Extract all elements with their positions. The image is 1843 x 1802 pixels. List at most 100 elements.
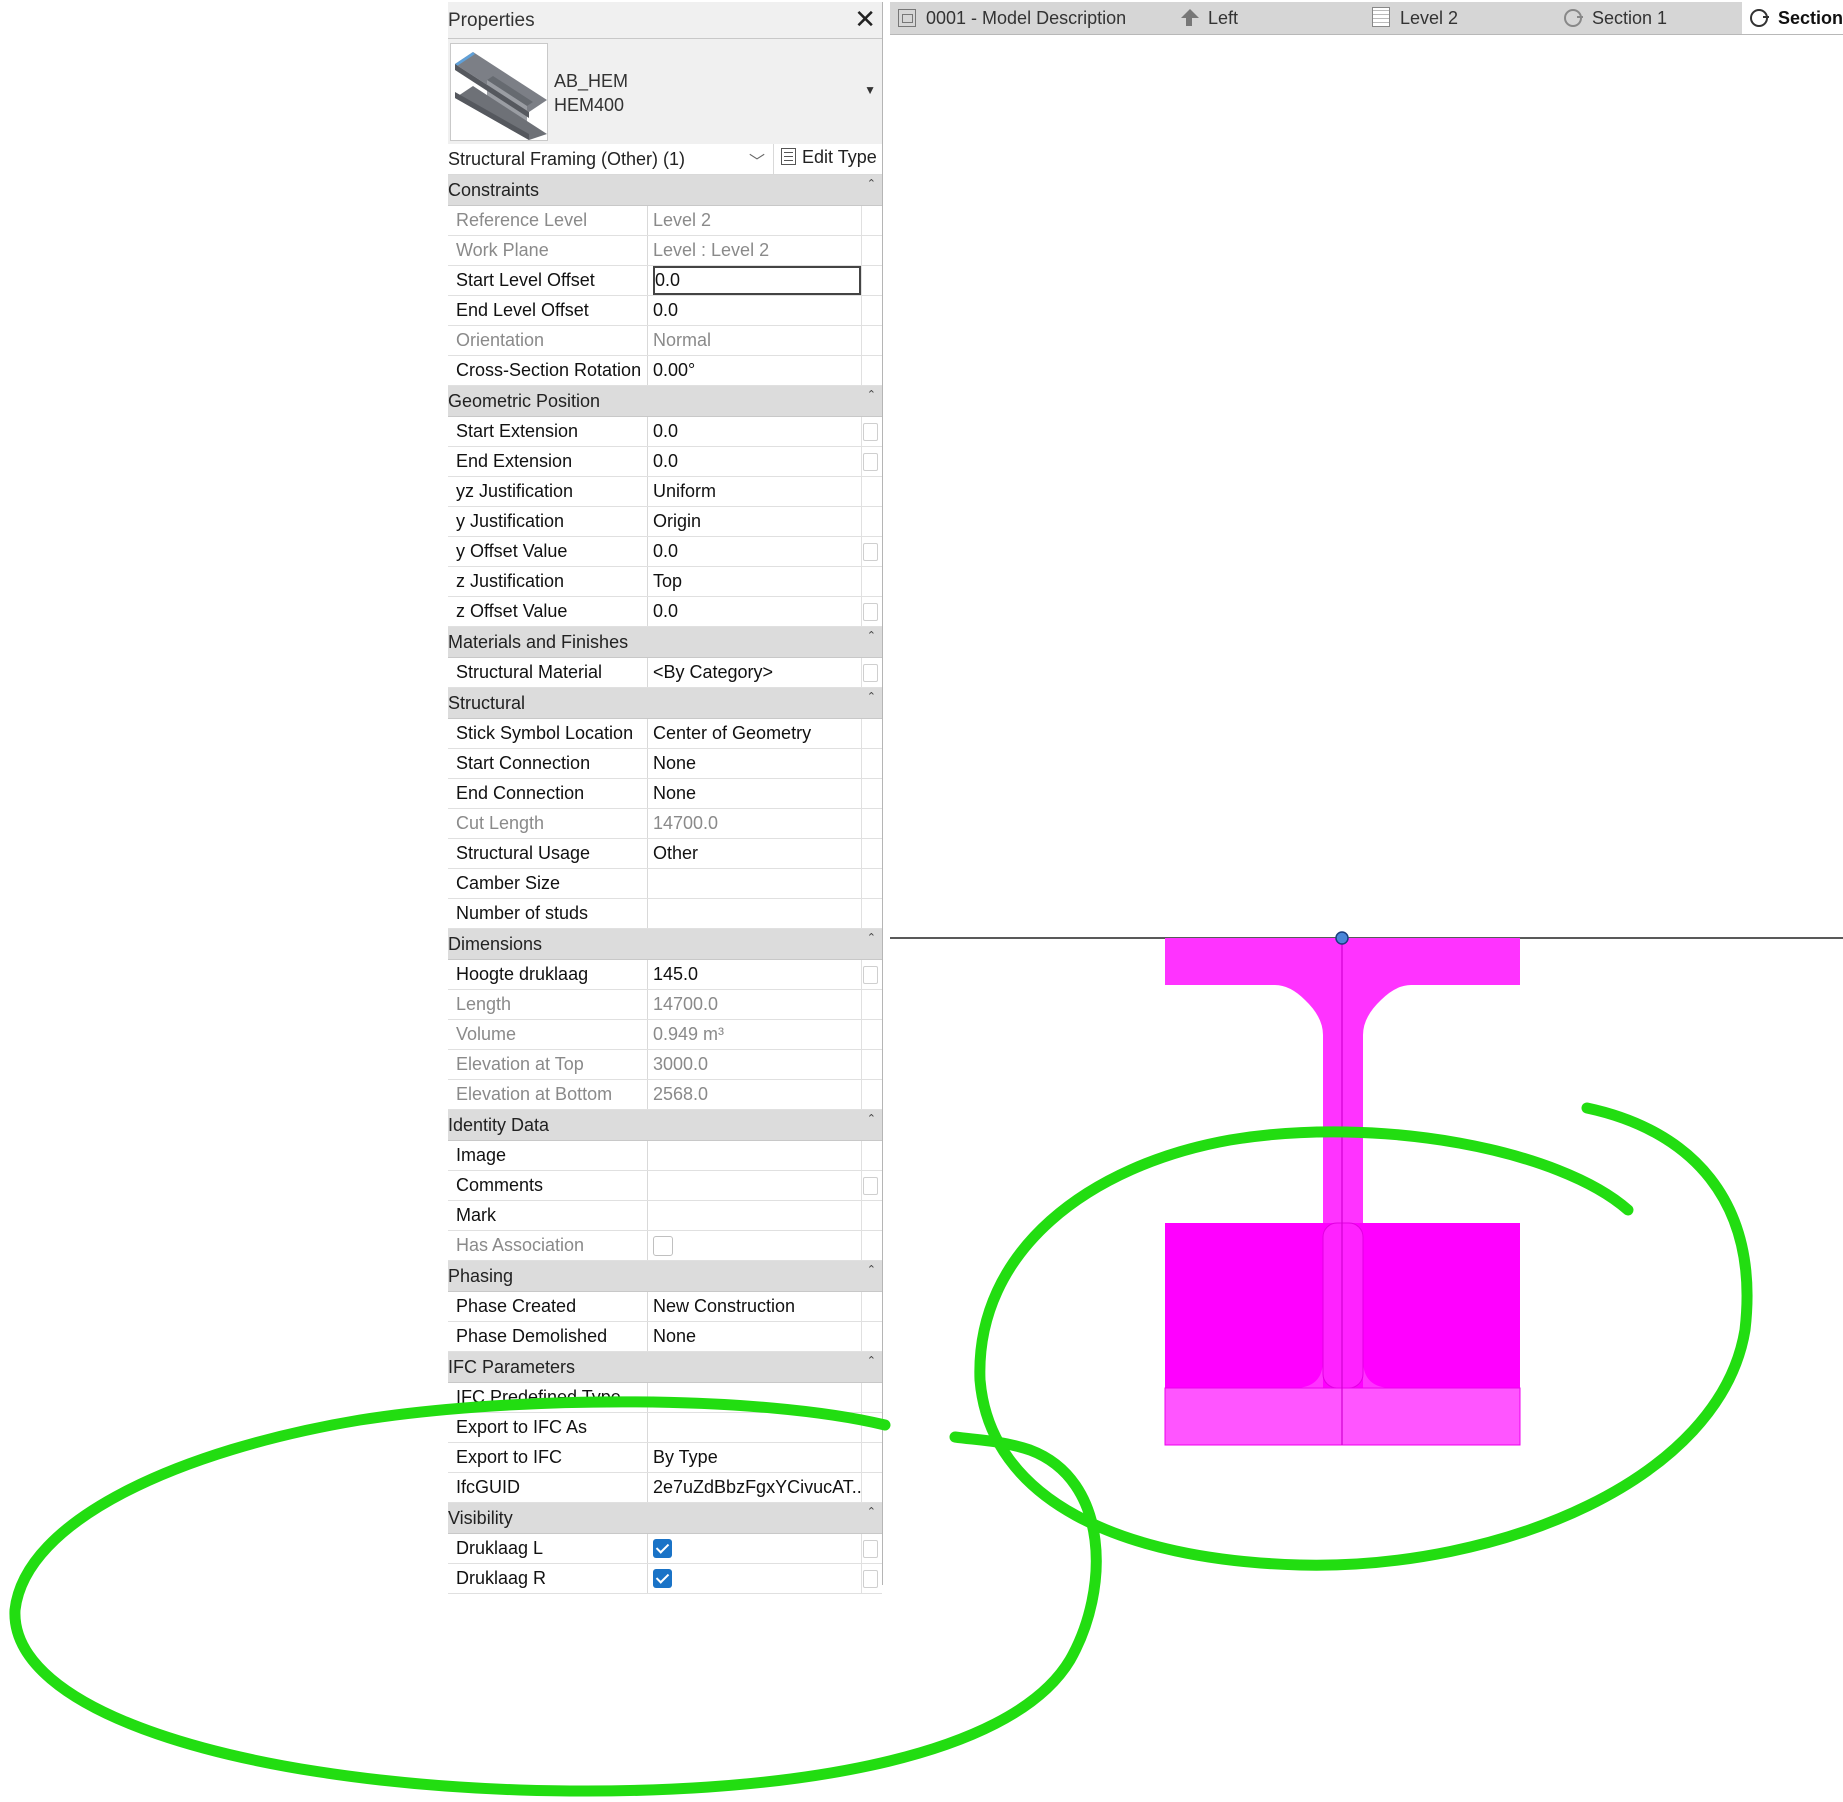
property-value[interactable]: Origin — [653, 507, 861, 536]
property-value[interactable] — [653, 1383, 861, 1412]
property-value[interactable]: New Construction — [653, 1292, 861, 1321]
property-value[interactable]: 0.0 — [653, 447, 861, 476]
instance-filter-dropdown[interactable]: Structural Framing (Other) (1) ﹀ — [448, 144, 774, 174]
column-divider — [861, 1050, 862, 1079]
dropdown-arrow-icon[interactable]: ▼ — [864, 83, 876, 97]
property-value[interactable] — [653, 1141, 861, 1170]
tab-left[interactable]: Left — [1172, 2, 1332, 34]
property-value[interactable] — [653, 1171, 861, 1200]
collapse-icon[interactable]: ⌃ — [867, 629, 876, 642]
edit-type-button[interactable]: Edit Type — [781, 147, 877, 168]
section-drawing[interactable] — [890, 35, 1843, 1585]
property-value[interactable] — [653, 869, 861, 898]
tab-level-2[interactable]: Level 2 — [1364, 2, 1524, 34]
column-divider — [861, 869, 862, 898]
tab-0001-model-description[interactable]: 0001 - Model Description — [890, 2, 1150, 34]
property-value[interactable] — [653, 899, 861, 928]
property-value[interactable]: 0.0 — [653, 417, 861, 446]
property-value[interactable] — [653, 1201, 861, 1230]
collapse-icon[interactable]: ⌃ — [867, 1263, 876, 1276]
property-value[interactable]: None — [653, 1322, 861, 1351]
associate-parameter-button[interactable] — [863, 1177, 878, 1195]
property-value[interactable]: 0.0 — [653, 537, 861, 566]
associate-parameter-button[interactable] — [863, 966, 878, 984]
property-value[interactable]: 145.0 — [653, 960, 861, 989]
collapse-icon[interactable]: ⌃ — [867, 388, 876, 401]
property-value[interactable]: 2e7uZdBbzFgxYCivucAT... — [653, 1473, 861, 1502]
property-row-comments: Comments — [448, 1171, 882, 1201]
property-value[interactable]: None — [653, 749, 861, 778]
associate-parameter-button[interactable] — [863, 543, 878, 561]
group-visibility[interactable]: Visibility ⌃ — [448, 1503, 882, 1534]
associate-parameter-button[interactable] — [863, 603, 878, 621]
property-row-export-to-ifc-as: Export to IFC As — [448, 1413, 882, 1443]
associate-parameter-button[interactable] — [863, 1540, 878, 1558]
section-view-canvas[interactable] — [890, 35, 1843, 1585]
collapse-icon[interactable]: ⌃ — [867, 1112, 876, 1125]
collapse-icon[interactable]: ⌃ — [867, 931, 876, 944]
property-row-length: Length 14700.0 — [448, 990, 882, 1020]
property-label: Elevation at Top — [448, 1050, 648, 1079]
property-value[interactable]: By Type — [653, 1443, 861, 1472]
collapse-icon[interactable]: ⌃ — [867, 1505, 876, 1518]
collapse-icon[interactable]: ⌃ — [867, 177, 876, 190]
properties-header: Properties ✕ — [448, 2, 882, 39]
associate-parameter-button[interactable] — [863, 423, 878, 441]
group-name: Identity Data — [448, 1115, 550, 1135]
type-selector[interactable]: AB_HEM HEM400 ▼ — [448, 39, 882, 145]
group-phasing[interactable]: Phasing ⌃ — [448, 1261, 882, 1292]
hem-beam-section[interactable] — [1164, 938, 1521, 1446]
property-value[interactable]: Other — [653, 839, 861, 868]
column-divider — [861, 477, 862, 506]
collapse-icon[interactable]: ⌃ — [867, 690, 876, 703]
checkbox-checked[interactable] — [653, 1539, 672, 1558]
group-ifc-parameters[interactable]: IFC Parameters ⌃ — [448, 1352, 882, 1383]
property-value[interactable]: 0.0 — [653, 296, 861, 325]
property-row-ifc-predefined-type: IFC Predefined Type — [448, 1383, 882, 1413]
elevation-icon — [1180, 9, 1199, 27]
group-structural[interactable]: Structural ⌃ — [448, 688, 882, 719]
checkbox-checked[interactable] — [653, 1569, 672, 1588]
tab-label: Level 2 — [1400, 8, 1459, 28]
column-divider — [861, 326, 862, 355]
column-divider — [861, 296, 862, 325]
property-row-work-plane: Work Plane Level : Level 2 — [448, 236, 882, 266]
reference-point[interactable] — [1335, 931, 1349, 945]
group-constraints[interactable]: Constraints ⌃ — [448, 175, 882, 206]
column-divider — [861, 597, 862, 626]
section-icon — [1564, 9, 1583, 27]
property-checkbox-cell[interactable] — [653, 1534, 861, 1563]
tab-section[interactable]: Section — [1742, 2, 1843, 34]
property-value[interactable] — [653, 1413, 861, 1442]
beam-thumbnail — [450, 43, 548, 141]
property-label: End Connection — [448, 779, 648, 808]
group-geometric-position[interactable]: Geometric Position ⌃ — [448, 386, 882, 417]
property-value[interactable]: 0.0 — [653, 597, 861, 626]
group-dimensions[interactable]: Dimensions ⌃ — [448, 929, 882, 960]
associate-parameter-button[interactable] — [863, 453, 878, 471]
property-row-end-level-offset: End Level Offset 0.0 — [448, 296, 882, 326]
group-materials-and-finishes[interactable]: Materials and Finishes ⌃ — [448, 627, 882, 658]
property-row-ifcguid: IfcGUID 2e7uZdBbzFgxYCivucAT... — [448, 1473, 882, 1503]
close-icon[interactable]: ✕ — [854, 4, 876, 34]
group-identity-data[interactable]: Identity Data ⌃ — [448, 1110, 882, 1141]
property-value[interactable]: Top — [653, 567, 861, 596]
property-value[interactable]: Uniform — [653, 477, 861, 506]
property-value[interactable]: 0.0 — [653, 266, 861, 295]
property-value[interactable]: None — [653, 779, 861, 808]
tab-section-1[interactable]: Section 1 — [1556, 2, 1716, 34]
associate-parameter-button[interactable] — [863, 664, 878, 682]
property-checkbox-cell[interactable] — [653, 1564, 861, 1593]
property-value[interactable]: Center of Geometry — [653, 719, 861, 748]
property-row-elevation-at-top: Elevation at Top 3000.0 — [448, 1050, 882, 1080]
associate-parameter-button[interactable] — [863, 1570, 878, 1588]
column-divider — [861, 1383, 862, 1412]
column-divider — [861, 206, 862, 235]
collapse-icon[interactable]: ⌃ — [867, 1354, 876, 1367]
property-label: Volume — [448, 1020, 648, 1049]
column-divider — [861, 899, 862, 928]
property-value[interactable]: 0.00° — [653, 356, 861, 385]
property-label: Cut Length — [448, 809, 648, 838]
property-label: Comments — [448, 1171, 648, 1200]
property-value[interactable]: <By Category> — [653, 658, 861, 687]
